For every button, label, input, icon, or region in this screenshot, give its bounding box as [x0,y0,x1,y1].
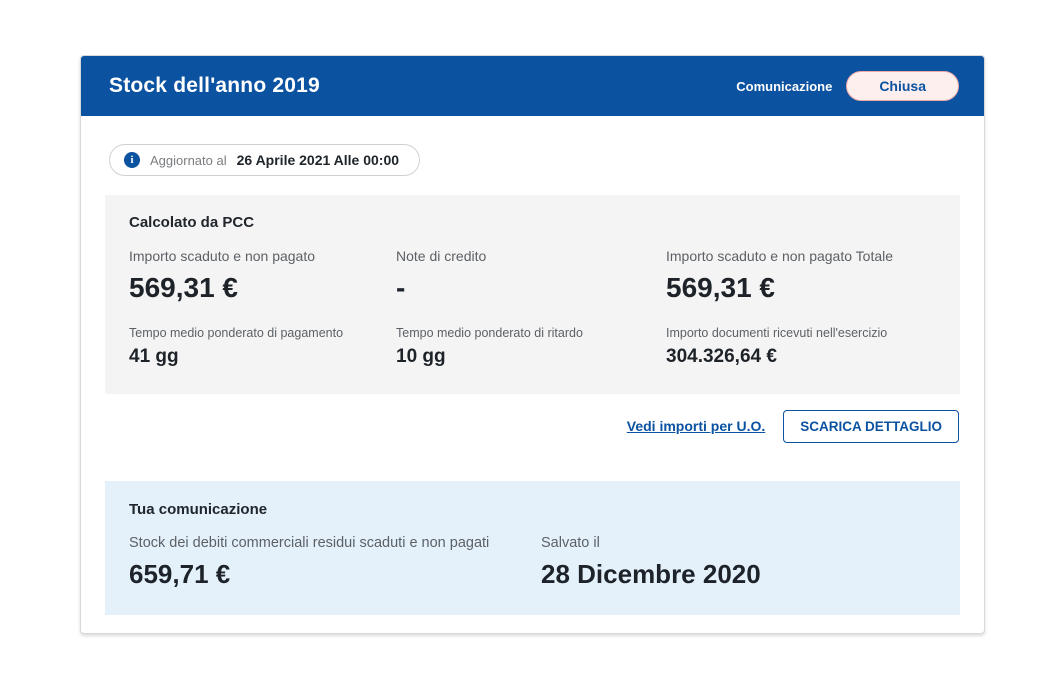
metric-value: 304.326,64 € [666,347,936,368]
metric-label: Note di credito [396,248,666,264]
pcc-metrics-grid: Importo scaduto e non pagato 569,31 € No… [129,248,936,368]
metric-value: - [396,273,666,304]
metric-label: Tempo medio ponderato di ritardo [396,326,666,340]
panel-body: i Aggiornato al 26 Aprile 2021 Alle 00:0… [81,116,984,615]
updated-prefix: Aggiornato al [150,153,227,168]
panel-header: Stock dell'anno 2019 Comunicazione Chius… [81,56,984,116]
metric-value: 569,31 € [666,273,936,304]
updated-info-pill: i Aggiornato al 26 Aprile 2021 Alle 00:0… [109,144,420,176]
metric-documenti-ricevuti: Importo documenti ricevuti nell'esercizi… [666,326,936,368]
metric-value: 659,71 € [129,560,541,589]
metric-stock-debiti: Stock dei debiti commerciali residui sca… [129,535,541,589]
metric-label: Salvato il [541,535,936,551]
info-icon: i [124,152,140,168]
metric-label: Importo scaduto e non pagato Totale [666,248,936,264]
metric-value: 569,31 € [129,273,396,304]
stock-panel: Stock dell'anno 2019 Comunicazione Chius… [80,55,985,634]
metric-note-credito: Note di credito - [396,248,666,304]
metric-value: 10 gg [396,347,666,368]
metric-label: Tempo medio ponderato di pagamento [129,326,396,340]
header-right: Comunicazione Chiusa [736,71,959,101]
page-title: Stock dell'anno 2019 [109,74,320,98]
actions-row: Vedi importi per U.O. SCARICA DETTAGLIO [105,410,959,443]
metric-tempo-ritardo: Tempo medio ponderato di ritardo 10 gg [396,326,666,368]
pcc-card-title: Calcolato da PCC [129,214,936,231]
status-badge: Chiusa [846,71,959,101]
metric-label: Importo scaduto e non pagato [129,248,396,264]
communication-card: Tua comunicazione Stock dei debiti comme… [105,481,960,616]
metric-salvato-il: Salvato il 28 Dicembre 2020 [541,535,936,589]
metric-importo-totale: Importo scaduto e non pagato Totale 569,… [666,248,936,304]
communication-label: Comunicazione [736,79,832,94]
vedi-importi-link[interactable]: Vedi importi per U.O. [627,418,765,434]
metric-importo-scaduto: Importo scaduto e non pagato 569,31 € [129,248,396,304]
metric-value: 28 Dicembre 2020 [541,560,936,589]
communication-grid: Stock dei debiti commerciali residui sca… [129,535,936,589]
metric-label: Importo documenti ricevuti nell'esercizi… [666,326,936,340]
metric-value: 41 gg [129,347,396,368]
metric-label: Stock dei debiti commerciali residui sca… [129,535,541,551]
updated-value: 26 Aprile 2021 Alle 00:00 [237,152,399,168]
scarica-dettaglio-button[interactable]: SCARICA DETTAGLIO [783,410,959,443]
communication-card-title: Tua comunicazione [129,501,936,518]
pcc-card: Calcolato da PCC Importo scaduto e non p… [105,195,960,394]
metric-tempo-pagamento: Tempo medio ponderato di pagamento 41 gg [129,326,396,368]
